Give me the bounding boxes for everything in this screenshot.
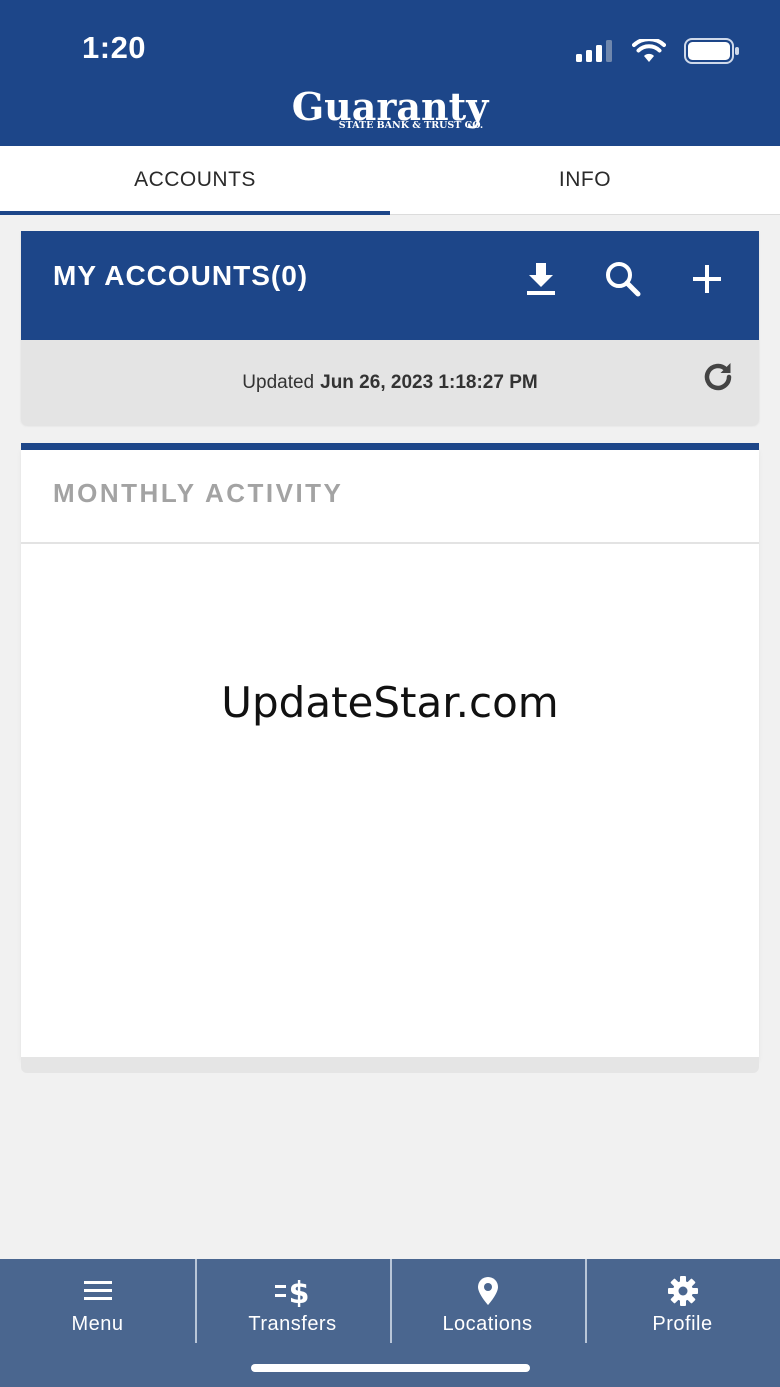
my-accounts-title: MY ACCOUNTS(0) (53, 260, 309, 291)
nav-label: Profile (652, 1313, 713, 1335)
tab-info[interactable]: INFO (390, 146, 780, 214)
status-time: 1:20 (82, 30, 147, 65)
svg-text:$: $ (288, 1276, 309, 1307)
refresh-icon[interactable] (699, 358, 737, 396)
transfers-icon: $ (274, 1276, 309, 1307)
nav-label: Locations (442, 1313, 533, 1335)
svg-text:STATE BANK & TRUST CO.: STATE BANK & TRUST CO. (339, 120, 484, 131)
card-footer-shadow (21, 1057, 759, 1073)
nav-menu[interactable]: Menu (0, 1259, 195, 1387)
nav-label: Transfers (248, 1313, 337, 1335)
watermark-text: UpdateStar.com (221, 678, 559, 727)
updated-timestamp: Jun 26, 2023 1:18:27 PM (320, 371, 538, 393)
gear-icon (667, 1276, 698, 1306)
top-tabs: ACCOUNTS INFO (0, 146, 780, 215)
my-accounts-header: MY ACCOUNTS(0) (21, 231, 759, 340)
updated-label: Updated (242, 371, 315, 393)
status-icons (576, 38, 740, 64)
search-icon[interactable] (603, 259, 643, 299)
last-updated-row: Updated Jun 26, 2023 1:18:27 PM (21, 340, 759, 425)
menu-icon (83, 1281, 112, 1300)
wifi-icon (632, 39, 666, 62)
app-header: 1:20 Guaranty STATE BANK & TRUST CO. (0, 0, 780, 146)
tab-accounts[interactable]: ACCOUNTS (0, 146, 390, 215)
divider (21, 542, 759, 544)
download-icon[interactable] (521, 259, 561, 299)
cellular-signal-icon (576, 40, 612, 62)
location-pin-icon (477, 1277, 498, 1305)
battery-icon (684, 38, 739, 64)
guaranty-logo: Guaranty STATE BANK & TRUST CO. (292, 86, 490, 131)
nav-label: Menu (71, 1313, 124, 1335)
add-icon[interactable] (687, 259, 727, 299)
monthly-activity-card: MONTHLY ACTIVITY UpdateStar.com (21, 443, 759, 1057)
monthly-activity-title: MONTHLY ACTIVITY (53, 478, 344, 508)
home-indicator[interactable] (251, 1364, 530, 1372)
nav-profile[interactable]: Profile (585, 1259, 780, 1387)
my-accounts-card: MY ACCOUNTS(0) Updated Jun 26, 2023 1:18… (21, 231, 759, 425)
